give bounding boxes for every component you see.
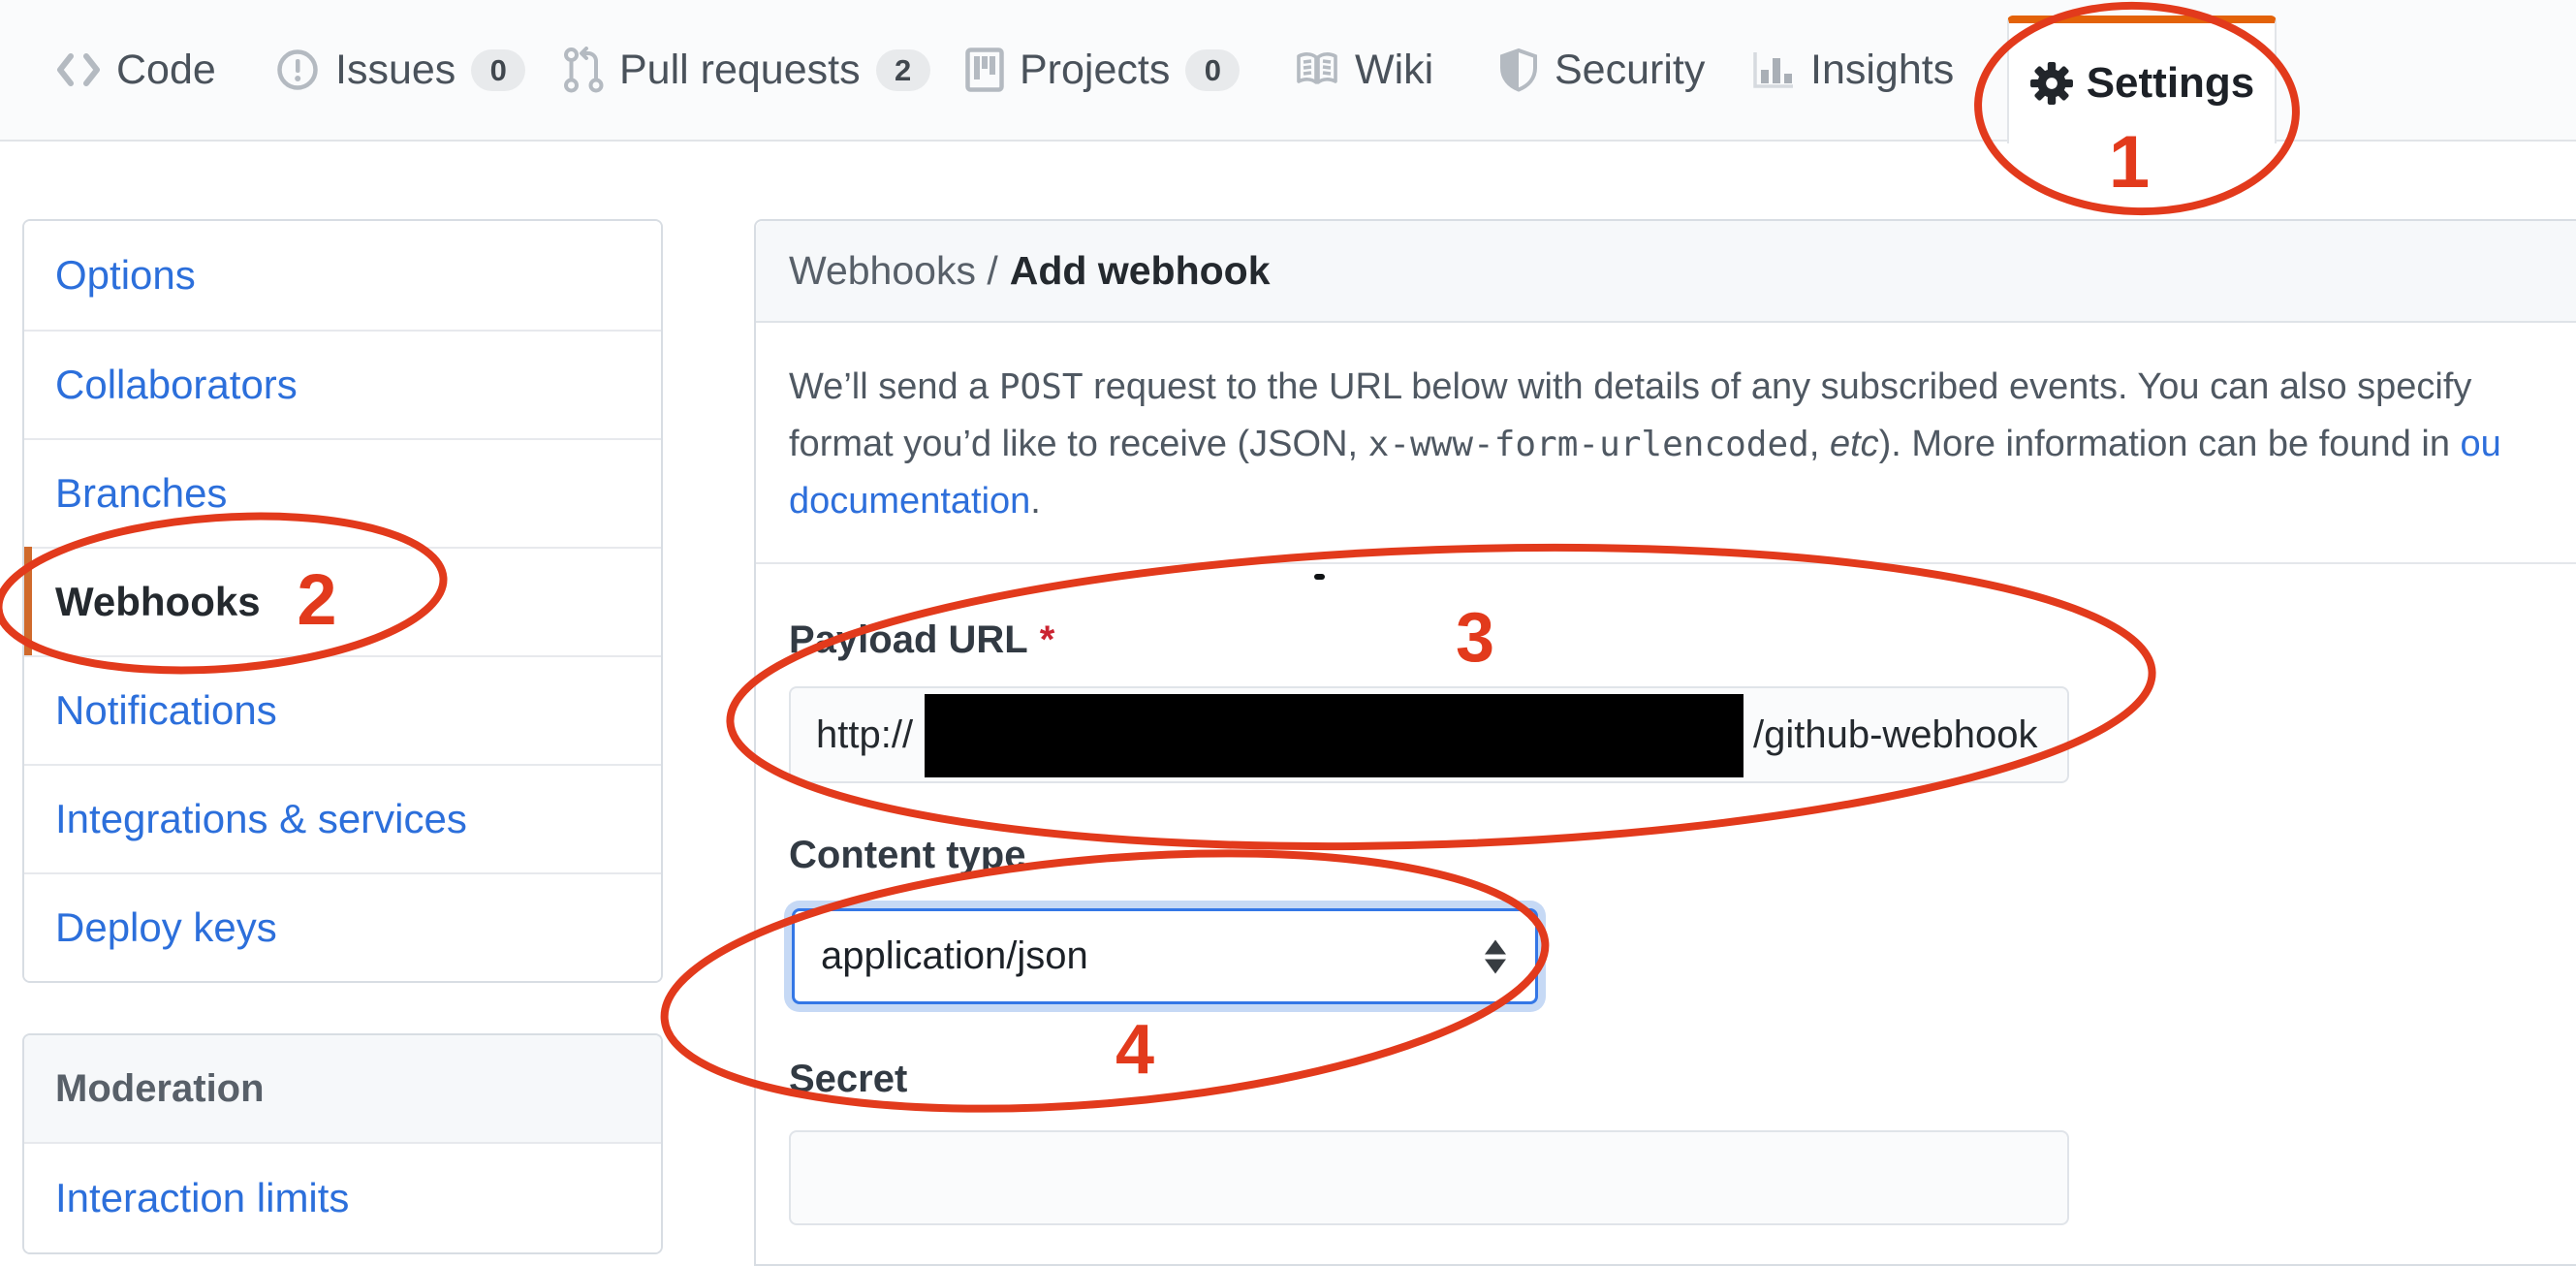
intro-line-2: format you’d like to receive (JSON, x-ww… [789,416,2501,473]
webhook-intro-text: We’ll send a POST request to the URL bel… [789,359,2501,530]
stray-mark [1314,574,1325,580]
section-header-label: Moderation [55,1067,265,1111]
sidebar-item-webhooks[interactable]: Webhooks [24,547,661,655]
tab-label: Security [1555,47,1705,94]
sidebar-item-deploy-keys[interactable]: Deploy keys [24,872,661,981]
mono-urlencoded: x-www-form-urlencoded [1368,425,1809,464]
content-type-value: application/json [821,934,1088,978]
our-documentation-link[interactable]: ou [2461,424,2501,464]
required-asterisk: * [1040,618,1055,661]
sidebar-item-notifications[interactable]: Notifications [24,655,661,764]
sidebar-item-options[interactable]: Options [24,221,661,330]
tab-label: Insights [1810,47,1954,94]
documentation-link[interactable]: documentation [789,481,1030,522]
payload-url-prefix: http:// [816,713,913,757]
add-webhook-panel: Webhooks / Add webhook We’ll send a POST… [754,219,2576,1266]
sidebar-item-label: Options [55,252,196,299]
intro-line-1: We’ll send a POST request to the URL bel… [789,359,2501,416]
graph-icon [1750,49,1795,90]
content-type-select[interactable]: application/json [792,908,1538,1004]
moderation-sidebar-menu: Moderation Interaction limits [22,1033,663,1254]
sidebar-item-label: Integrations & services [55,796,467,842]
sidebar-item-label: Branches [55,470,227,517]
payload-url-label: Payload URL* [789,618,1054,662]
shield-icon [1498,47,1539,92]
tab-insights[interactable]: Insights [1750,0,1954,140]
breadcrumb: Webhooks / Add webhook [756,221,2576,323]
sidebar-item-branches[interactable]: Branches [24,438,661,547]
tab-wiki[interactable]: Wiki [1295,0,1433,140]
sidebar-item-label: Notifications [55,687,277,734]
tab-code[interactable]: Code [56,0,216,140]
code-icon [56,52,101,87]
sidebar-item-label: Collaborators [55,362,298,408]
sidebar-item-collaborators[interactable]: Collaborators [24,330,661,438]
sidebar-item-label: Interaction limits [55,1175,349,1221]
select-arrows-icon [1485,939,1506,973]
tab-label: Projects [1020,47,1170,94]
projects-count-badge: 0 [1185,49,1240,91]
issue-opened-icon [275,47,320,92]
redaction-black-box [925,694,1744,777]
tab-label: Issues [335,47,456,94]
gear-icon [2029,61,2074,106]
sidebar-item-interaction-limits[interactable]: Interaction limits [24,1144,661,1252]
payload-url-suffix: /github-webhook [1753,688,2038,781]
mono-post: POST [999,367,1084,407]
sidebar-item-integrations-services[interactable]: Integrations & services [24,764,661,872]
breadcrumb-current: Add webhook [1010,248,1271,294]
content-type-label: Content type [789,834,1025,877]
tab-label: Settings [2087,59,2255,108]
tab-settings-active[interactable]: Settings [2007,16,2277,143]
moderation-section-header: Moderation [24,1035,661,1144]
project-icon [965,47,1004,92]
section-divider [756,562,2576,564]
book-icon [1295,50,1339,89]
settings-sidebar-menu: Options Collaborators Branches Webhooks … [22,219,663,983]
intro-line-3: documentation. [789,473,2501,530]
tab-label: Pull requests [619,47,861,94]
tab-projects[interactable]: Projects 0 [965,0,1240,140]
secret-input[interactable] [789,1130,2069,1225]
payload-url-input[interactable]: http:// /github-webhook [789,686,2069,783]
tab-issues[interactable]: Issues 0 [275,0,525,140]
breadcrumb-section[interactable]: Webhooks / [789,248,998,294]
tab-security[interactable]: Security [1498,0,1705,140]
tab-label: Code [116,47,216,94]
tab-pull-requests[interactable]: Pull requests 2 [563,0,930,140]
git-pull-request-icon [563,47,604,93]
issues-count-badge: 0 [471,49,525,91]
secret-label: Secret [789,1058,907,1101]
sidebar-item-label: Webhooks [55,579,261,625]
sidebar-item-label: Deploy keys [55,904,277,951]
tab-label: Wiki [1355,47,1433,94]
pull-requests-count-badge: 2 [876,49,930,91]
